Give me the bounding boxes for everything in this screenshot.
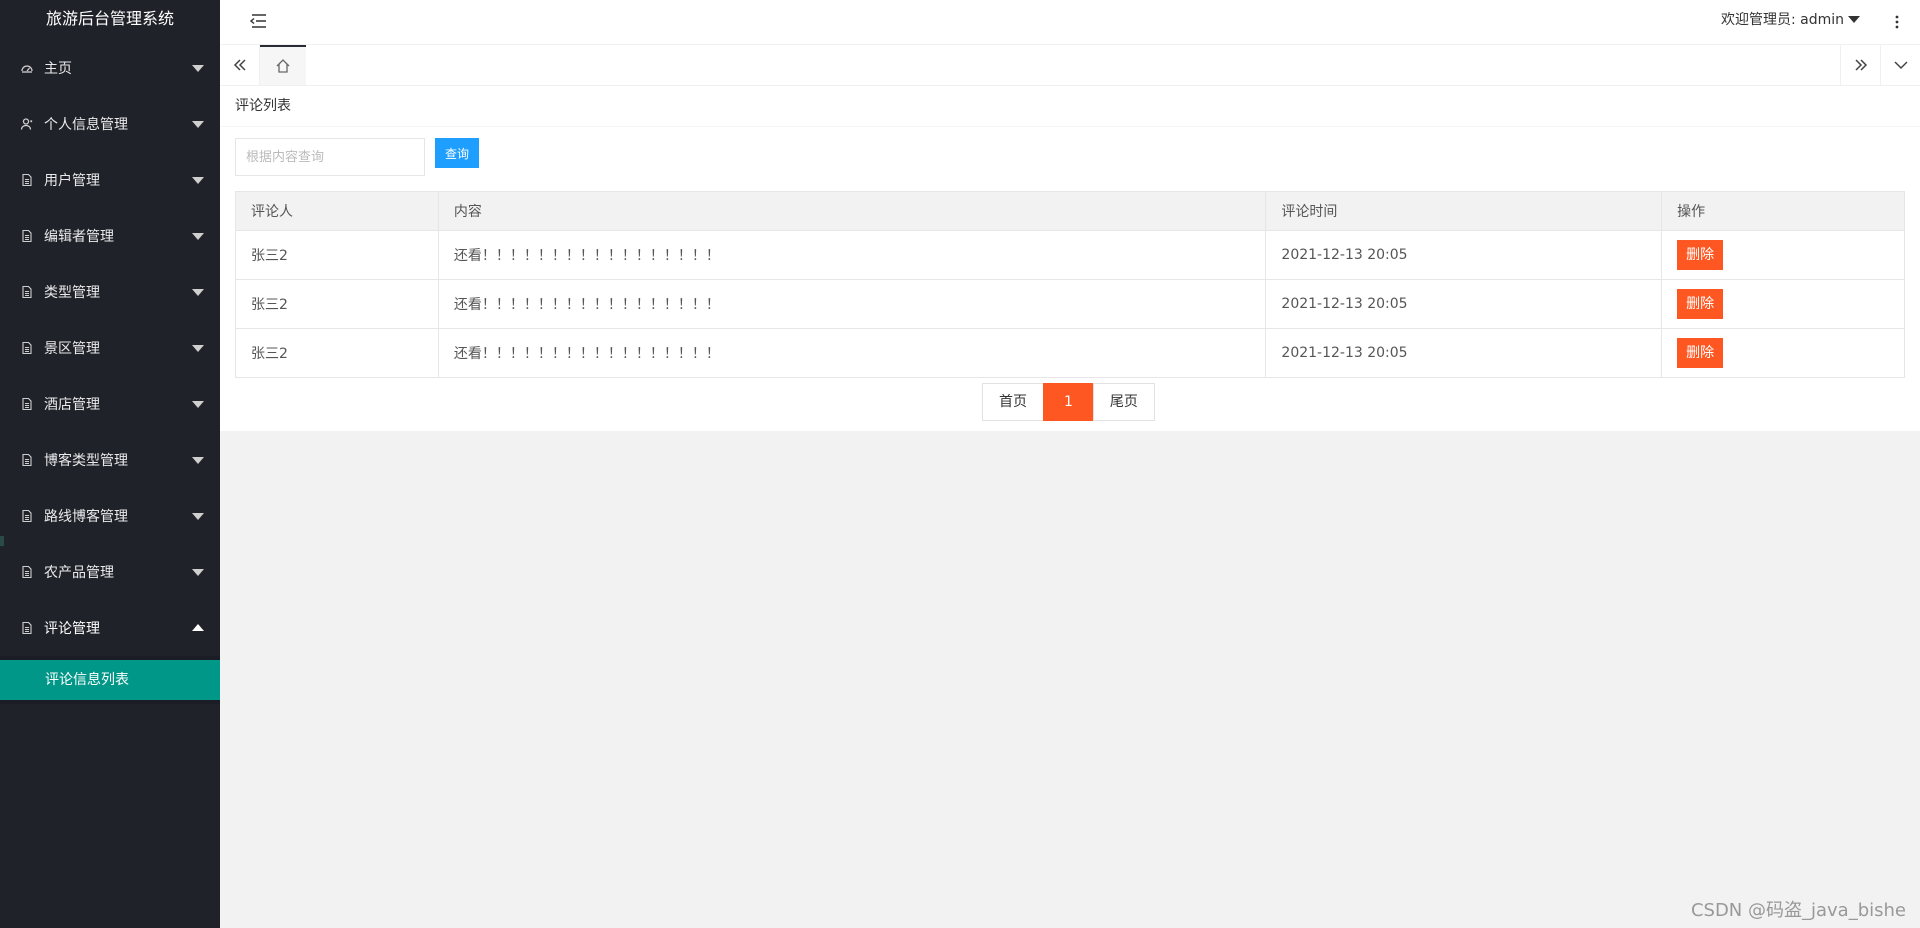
pager-last[interactable]: 尾页 xyxy=(1092,383,1155,421)
sidebar-item-label: 个人信息管理 xyxy=(44,117,128,133)
sidebar-item-label: 路线博客管理 xyxy=(44,509,128,525)
sidebar-item-label: 酒店管理 xyxy=(44,397,100,413)
sidebar-item[interactable]: 编辑者管理 xyxy=(0,208,220,264)
caret-down-icon xyxy=(192,289,204,296)
sidebar-item-label: 类型管理 xyxy=(44,285,100,301)
pager-current-page[interactable]: 1 xyxy=(1043,383,1094,421)
cell-content: 还看！！！！！！！！！！！！！！！！！ xyxy=(437,230,1267,280)
user-welcome-text: 欢迎管理员: admin xyxy=(1720,12,1844,28)
sidebar-item[interactable]: 景区管理 xyxy=(0,320,220,376)
user-icon xyxy=(20,117,34,131)
file-icon xyxy=(20,509,34,523)
sidebar-item-label: 博客类型管理 xyxy=(44,453,128,469)
column-header-content: 内容 xyxy=(437,191,1267,231)
file-icon xyxy=(20,341,34,355)
table-row: 张三2 还看！！！！！！！！！！！！！！！！！ 2021-12-13 20:05… xyxy=(235,230,1905,280)
watermark: CSDN @码盗_java_bishe xyxy=(1690,900,1906,921)
comment-list-panel: 评论列表 查询 评论人 内容 评论时间 操作 张三2 还看！！！！！！！！！！！… xyxy=(220,86,1920,431)
caret-down-icon xyxy=(192,177,204,184)
caret-down-icon xyxy=(192,233,204,240)
tab-options-chevron-down-icon[interactable] xyxy=(1880,45,1920,85)
cell-time: 2021-12-13 20:05 xyxy=(1265,279,1663,329)
comment-table: 评论人 内容 评论时间 操作 张三2 还看！！！！！！！！！！！！！！！！！ 2… xyxy=(235,191,1905,378)
column-header-time: 评论时间 xyxy=(1265,191,1663,231)
cell-action: 删除 xyxy=(1661,328,1905,378)
cell-action: 删除 xyxy=(1661,279,1905,329)
more-vertical-icon[interactable] xyxy=(1890,13,1904,31)
sidebar-item[interactable]: 路线博客管理 xyxy=(0,488,220,544)
pagination: 首页 1 尾页 xyxy=(982,383,1155,421)
search-button[interactable]: 查询 xyxy=(435,138,479,168)
sidebar: 旅游后台管理系统 主页个人信息管理 用户管理编辑者管理类型管理景区管理酒店管理博客… xyxy=(0,0,220,928)
file-icon xyxy=(20,621,34,635)
sidebar-item[interactable]: 类型管理 xyxy=(0,264,220,320)
tab-home[interactable] xyxy=(260,45,306,85)
sidebar-subnav: 评论信息列表 xyxy=(0,656,220,704)
search-input[interactable] xyxy=(235,138,425,176)
delete-button[interactable]: 删除 xyxy=(1677,240,1724,270)
sidebar-item[interactable]: 农产品管理 xyxy=(0,544,220,600)
caret-down-icon xyxy=(192,569,204,576)
home-icon xyxy=(274,57,292,75)
sidebar-item[interactable]: 评论管理 xyxy=(0,600,220,656)
cell-content: 还看！！！！！！！！！！！！！！！！！ xyxy=(437,328,1267,378)
table-row: 张三2 还看！！！！！！！！！！！！！！！！！ 2021-12-13 20:05… xyxy=(235,279,1905,329)
menu-fold-icon[interactable] xyxy=(248,13,268,29)
cell-author: 张三2 xyxy=(235,230,439,280)
cell-content: 还看！！！！！！！！！！！！！！！！！ xyxy=(437,279,1267,329)
file-icon xyxy=(20,397,34,411)
file-icon xyxy=(20,285,34,299)
delete-button[interactable]: 删除 xyxy=(1677,289,1724,319)
table-header-row: 评论人 内容 评论时间 操作 xyxy=(235,191,1905,231)
caret-up-icon xyxy=(192,624,204,631)
table-row: 张三2 还看！！！！！！！！！！！！！！！！！ 2021-12-13 20:05… xyxy=(235,328,1905,378)
sidebar-item-label: 农产品管理 xyxy=(44,565,114,581)
sidebar-item-label: 编辑者管理 xyxy=(44,229,114,245)
cell-time: 2021-12-13 20:05 xyxy=(1265,328,1663,378)
delete-button[interactable]: 删除 xyxy=(1677,338,1724,368)
tabs-bar xyxy=(220,45,1920,86)
caret-down-icon xyxy=(192,457,204,464)
sidebar-item[interactable]: 用户管理 xyxy=(0,152,220,208)
sidebar-subitem-comment-list[interactable]: 评论信息列表 xyxy=(0,660,220,700)
sidebar-item[interactable]: 个人信息管理 xyxy=(0,96,220,152)
sidebar-item-label: 主页 xyxy=(44,61,72,77)
sidebar-item-label: 评论管理 xyxy=(44,621,100,637)
sidebar-item-label: 景区管理 xyxy=(44,341,100,357)
user-menu[interactable]: 欢迎管理员: admin xyxy=(1721,0,1860,45)
caret-down-icon xyxy=(1848,15,1860,23)
cell-action: 删除 xyxy=(1661,230,1905,280)
app-title: 旅游后台管理系统 xyxy=(45,9,174,28)
sidebar-item[interactable]: 主页 xyxy=(0,40,220,96)
caret-down-icon xyxy=(192,65,204,72)
column-header-author: 评论人 xyxy=(235,191,439,231)
file-icon xyxy=(20,565,34,579)
sidebar-item[interactable]: 博客类型管理 xyxy=(0,432,220,488)
sidebar-scroll-marker xyxy=(0,536,4,546)
column-header-action: 操作 xyxy=(1661,191,1905,231)
top-header: 欢迎管理员: admin xyxy=(220,0,1920,45)
caret-down-icon xyxy=(192,401,204,408)
caret-down-icon xyxy=(192,345,204,352)
sidebar-item-label: 用户管理 xyxy=(44,173,100,189)
scroll-right-icon[interactable] xyxy=(1840,45,1880,85)
pager-first[interactable]: 首页 xyxy=(982,383,1044,421)
cell-author: 张三2 xyxy=(235,279,439,329)
sidebar-nav: 主页个人信息管理 用户管理编辑者管理类型管理景区管理酒店管理博客类型管理 路线博客管… xyxy=(0,40,220,704)
sidebar-item[interactable]: 酒店管理 xyxy=(0,376,220,432)
cell-time: 2021-12-13 20:05 xyxy=(1265,230,1663,280)
caret-down-icon xyxy=(192,121,204,128)
page-title: 评论列表 xyxy=(220,86,1920,127)
file-icon xyxy=(20,229,34,243)
file-icon xyxy=(20,173,34,187)
cell-author: 张三2 xyxy=(235,328,439,378)
caret-down-icon xyxy=(192,513,204,520)
scroll-left-icon[interactable] xyxy=(220,45,260,85)
dashboard-icon xyxy=(20,61,34,75)
file-icon xyxy=(20,453,34,467)
